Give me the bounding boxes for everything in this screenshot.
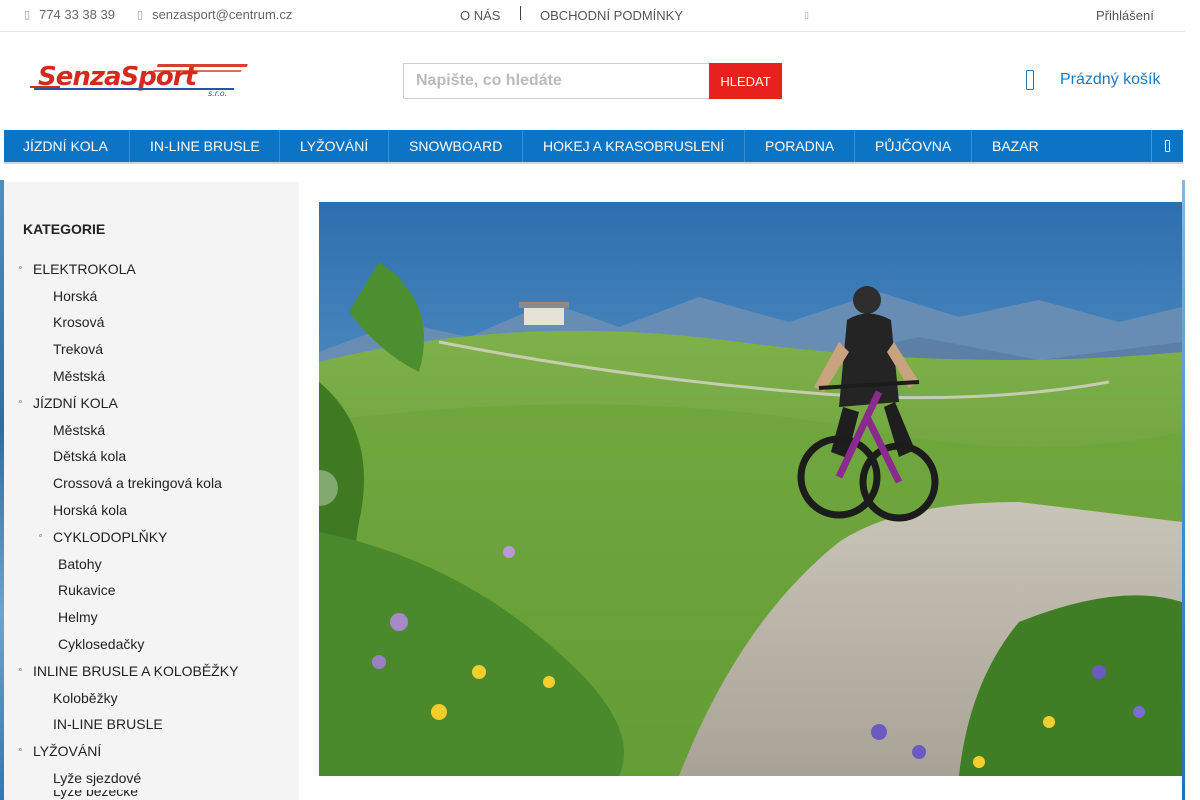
bullet-icon (19, 668, 22, 671)
category-label[interactable]: ELEKTROKOLA (33, 261, 136, 277)
hero-image (319, 202, 1182, 776)
email-contact[interactable]: ▯ senzasport@centrum.cz (137, 7, 292, 22)
subcategory-inline-brusle[interactable]: IN-LINE BRUSLE (53, 716, 163, 732)
category-sidebar: KATEGORIE ELEKTROKOLA Horská Krosová Tre… (4, 182, 299, 800)
subcategory-cyklosedacky[interactable]: Cyklosedačky (58, 636, 144, 652)
subcategory-horska-kola[interactable]: Horská kola (53, 502, 127, 518)
subcategory-rukavice[interactable]: Rukavice (58, 582, 116, 598)
category-label[interactable]: CYKLODOPLŇKY (53, 529, 167, 545)
phone-icon: ▯ (24, 8, 31, 21)
category-jizdni-kola[interactable]: JÍZDNÍ KOLA (19, 395, 118, 411)
bullet-icon (19, 266, 22, 269)
category-label[interactable]: INLINE BRUSLE A KOLOBĚŽKY (33, 663, 238, 679)
subcategory-mestska-kola[interactable]: Městská (53, 422, 105, 438)
subcategory-lyze-bezecke[interactable]: Lyže běžecké (53, 790, 138, 800)
subcategory-batohy[interactable]: Batohy (58, 556, 102, 572)
search-form: HLEDAT (403, 63, 782, 99)
subcategory-horska[interactable]: Horská (53, 288, 97, 304)
subcategory-crossova-kola[interactable]: Crossová a trekingová kola (53, 475, 222, 491)
subcategory-helmy[interactable]: Helmy (58, 609, 98, 625)
nav-lyzovani[interactable]: LYŽOVÁNÍ (280, 130, 389, 162)
nav-inline-brusle[interactable]: IN-LINE BRUSLE (130, 130, 280, 162)
subcategory-lyze-sjezdove[interactable]: Lyže sjezdové (53, 770, 141, 786)
category-lyzovani[interactable]: LYŽOVÁNÍ (19, 743, 101, 759)
nav-snowboard[interactable]: SNOWBOARD (389, 130, 523, 162)
search-button[interactable]: HLEDAT (709, 63, 782, 99)
divider (520, 6, 521, 20)
bullet-icon (19, 748, 22, 751)
slider-prev-button[interactable] (302, 470, 338, 506)
nav-bazar[interactable]: BAZAR (972, 130, 1059, 162)
nav-more-button[interactable] (1151, 130, 1183, 162)
subcategory-krosova[interactable]: Krosová (53, 314, 104, 330)
main-nav: JÍZDNÍ KOLA IN-LINE BRUSLE LYŽOVÁNÍ SNOW… (4, 130, 1183, 162)
category-inline-kolobezky[interactable]: INLINE BRUSLE A KOLOBĚŽKY (19, 663, 238, 679)
terms-link[interactable]: OBCHODNÍ PODMÍNKY (540, 8, 683, 23)
menu-more-icon (1165, 140, 1170, 152)
bullet-icon (19, 400, 22, 403)
nav-hokej[interactable]: HOKEJ A KRASOBRUSLENÍ (523, 130, 745, 162)
nav-jizdni-kola[interactable]: JÍZDNÍ KOLA (4, 130, 130, 162)
search-input[interactable] (403, 63, 709, 99)
cart-label[interactable]: Prázdný košík (1060, 71, 1160, 89)
logo[interactable]: SenzaSport s.r.o. (30, 58, 252, 98)
subcategory-detska-kola[interactable]: Dětská kola (53, 448, 126, 464)
category-cyklodoplnky[interactable]: CYKLODOPLŇKY (39, 529, 167, 545)
top-bar: ▯ 774 33 38 39 ▯ senzasport@centrum.cz O… (0, 0, 1185, 32)
category-label[interactable]: LYŽOVÁNÍ (33, 743, 101, 759)
cart[interactable]: Prázdný košík (1024, 68, 1160, 92)
subcategory-mestska[interactable]: Městská (53, 368, 105, 384)
mail-icon: ▯ (137, 8, 144, 21)
logo-suffix: s.r.o. (208, 89, 227, 98)
bullet-icon (39, 534, 42, 537)
sidebar-heading: KATEGORIE (23, 221, 106, 237)
subcategory-kolobezky[interactable]: Koloběžky (53, 690, 118, 706)
category-label[interactable]: Lyže běžecké (53, 790, 138, 799)
phone-number[interactable]: 774 33 38 39 (39, 7, 115, 22)
nav-pujcovna[interactable]: PŮJČOVNA (855, 130, 972, 162)
logo-text: SenzaSport (38, 62, 199, 92)
category-label[interactable]: JÍZDNÍ KOLA (33, 395, 118, 411)
category-elektrokola[interactable]: ELEKTROKOLA (19, 261, 136, 277)
background-edge-right (1182, 180, 1185, 800)
nav-poradna[interactable]: PORADNA (745, 130, 855, 162)
login-link[interactable]: Přihlášení (1096, 8, 1154, 23)
flag-icon[interactable]: ▯ (804, 10, 809, 21)
phone-contact[interactable]: ▯ 774 33 38 39 (24, 7, 115, 22)
about-link[interactable]: O NÁS (460, 8, 500, 23)
subcategory-trekova[interactable]: Treková (53, 341, 103, 357)
cart-icon (1024, 68, 1036, 92)
email-address[interactable]: senzasport@centrum.cz (152, 7, 292, 22)
hero-banner[interactable] (319, 202, 1182, 776)
